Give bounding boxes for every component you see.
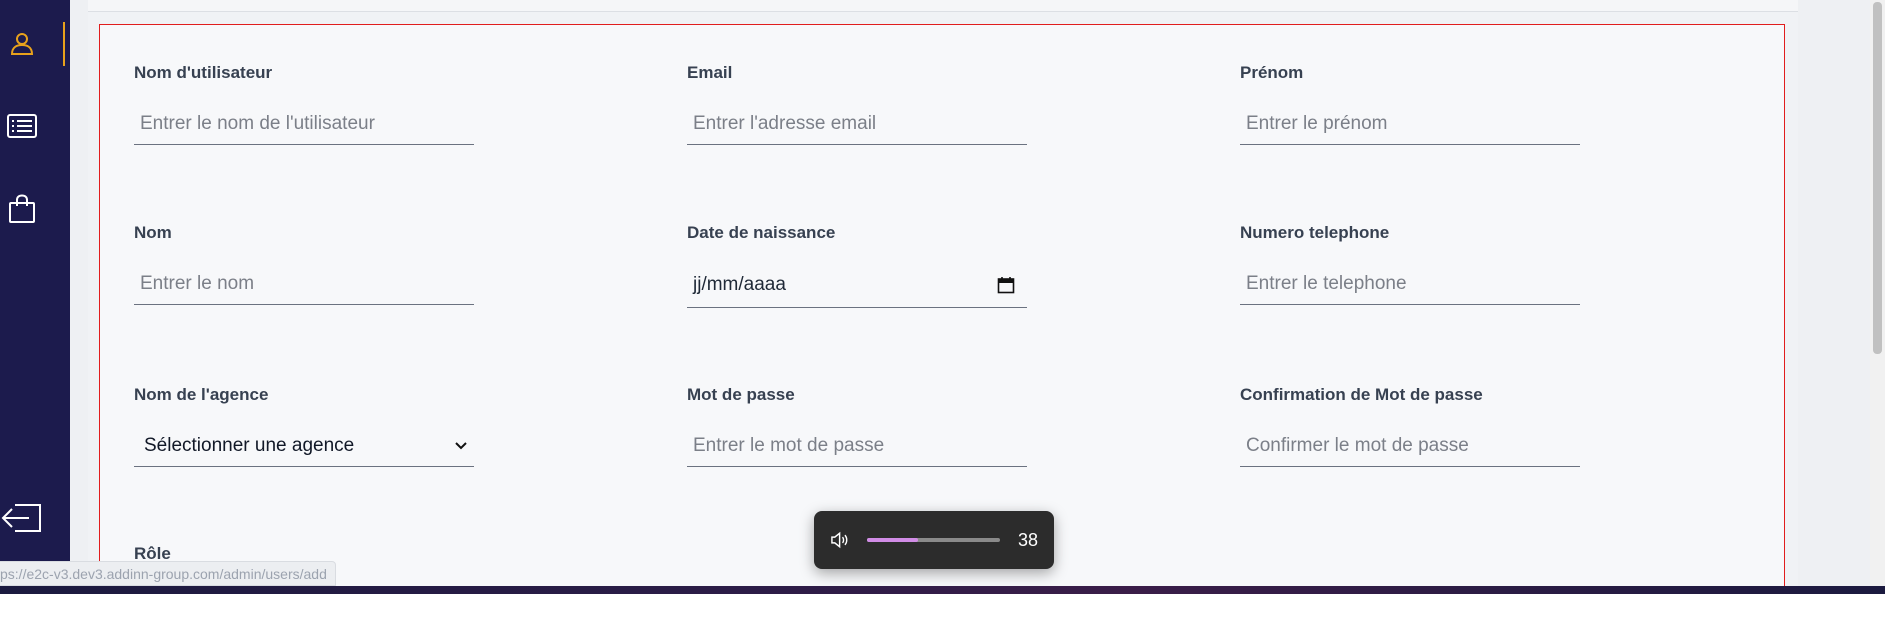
confirm-password-field: Confirmation de Mot de passe Confirmer l… bbox=[1240, 385, 1580, 467]
volume-overlay: 38 bbox=[814, 511, 1054, 569]
email-input[interactable]: Entrer l'adresse email bbox=[687, 103, 1027, 145]
sidebar-item-user[interactable] bbox=[0, 22, 44, 66]
username-input[interactable]: Entrer le nom de l'utilisateur bbox=[134, 103, 474, 145]
speaker-icon[interactable] bbox=[830, 531, 849, 549]
chevron-down-icon bbox=[455, 441, 467, 449]
birthdate-input[interactable]: jj/mm/aaaa bbox=[687, 263, 1027, 308]
list-icon bbox=[7, 114, 37, 138]
email-label: Email bbox=[687, 63, 733, 82]
birthdate-value: jj/mm/aaaa bbox=[693, 274, 786, 295]
logout-icon bbox=[1, 504, 41, 532]
volume-slider[interactable] bbox=[867, 538, 1000, 542]
password-input[interactable]: Entrer le mot de passe bbox=[687, 425, 1027, 467]
calendar-icon[interactable] bbox=[997, 276, 1015, 294]
scrollbar-thumb[interactable] bbox=[1873, 2, 1882, 354]
firstname-input[interactable]: Entrer le prénom bbox=[1240, 103, 1580, 145]
username-field: Nom d'utilisateur Entrer le nom de l'uti… bbox=[134, 63, 474, 145]
agency-field: Nom de l'agence Sélectionner une agence bbox=[134, 385, 474, 467]
sidebar bbox=[0, 0, 70, 594]
app-viewport: Nom d'utilisateur Entrer le nom de l'uti… bbox=[0, 0, 1885, 594]
right-margin bbox=[1798, 0, 1870, 594]
phone-label: Numero telephone bbox=[1240, 223, 1390, 242]
agency-select[interactable]: Sélectionner une agence bbox=[134, 425, 474, 467]
password-label: Mot de passe bbox=[687, 385, 795, 404]
confirm-password-input[interactable]: Confirmer le mot de passe bbox=[1240, 425, 1580, 467]
birthdate-field: Date de naissance jj/mm/aaaa bbox=[687, 223, 1027, 308]
shopping-bag-icon bbox=[9, 194, 35, 223]
phone-field: Numero telephone Entrer le telephone bbox=[1240, 223, 1580, 305]
volume-fill bbox=[867, 538, 918, 542]
phone-input[interactable]: Entrer le telephone bbox=[1240, 263, 1580, 305]
user-icon bbox=[10, 33, 34, 55]
firstname-label: Prénom bbox=[1240, 63, 1304, 82]
firstname-field: Prénom Entrer le prénom bbox=[1240, 63, 1580, 145]
birthdate-label: Date de naissance bbox=[687, 223, 836, 242]
page-scrollbar[interactable] bbox=[1870, 0, 1885, 594]
password-field: Mot de passe Entrer le mot de passe bbox=[687, 385, 1027, 467]
sidebar-item-list[interactable] bbox=[0, 104, 44, 148]
agency-selected-value: Sélectionner une agence bbox=[144, 434, 355, 456]
taskbar-edge bbox=[0, 586, 1885, 594]
volume-value: 38 bbox=[1017, 529, 1038, 550]
logout-button[interactable] bbox=[0, 496, 44, 540]
user-form: Nom d'utilisateur Entrer le nom de l'uti… bbox=[99, 24, 1785, 594]
lastname-field: Nom Entrer le nom bbox=[134, 223, 474, 305]
sidebar-item-bag[interactable] bbox=[0, 187, 44, 231]
username-label: Nom d'utilisateur bbox=[134, 63, 273, 82]
content-gutter bbox=[70, 0, 88, 594]
content-top-strip bbox=[88, 0, 1798, 12]
sidebar-active-indicator bbox=[63, 22, 65, 66]
status-url: ps://e2c-v3.dev3.addinn-group.com/admin/… bbox=[0, 561, 336, 586]
lastname-label: Nom bbox=[134, 223, 172, 242]
email-field: Email Entrer l'adresse email bbox=[687, 63, 1027, 145]
confirm-password-label: Confirmation de Mot de passe bbox=[1240, 385, 1483, 404]
agency-label: Nom de l'agence bbox=[134, 385, 269, 404]
lastname-input[interactable]: Entrer le nom bbox=[134, 263, 474, 305]
